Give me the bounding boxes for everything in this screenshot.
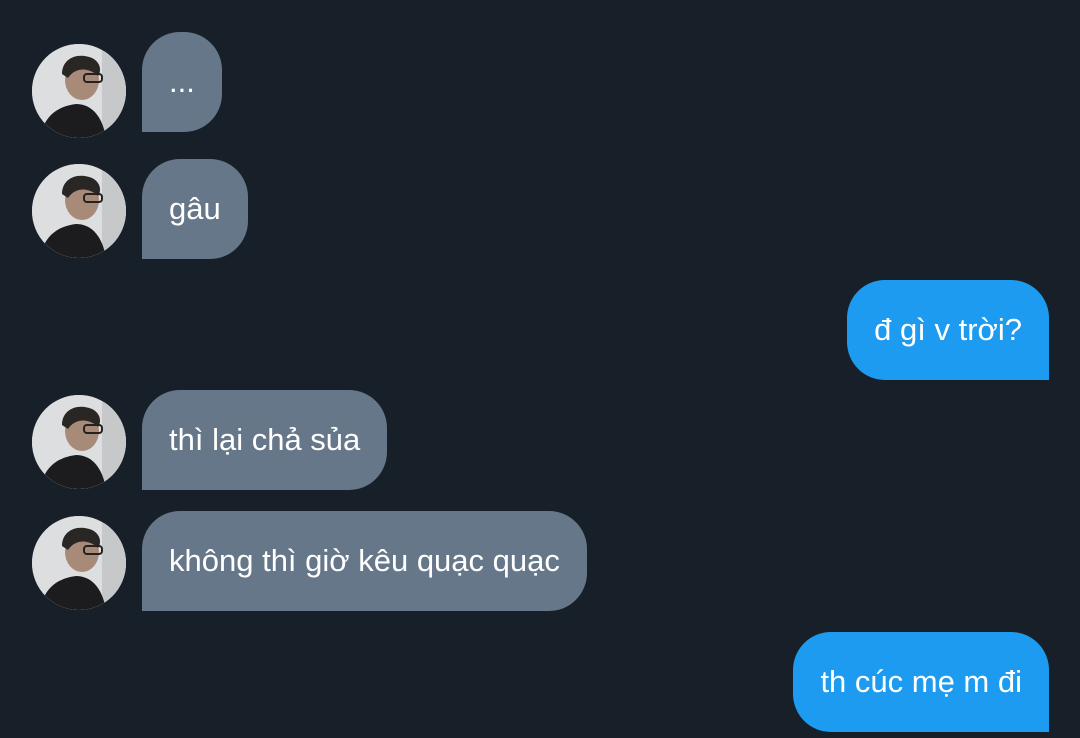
avatar[interactable] [32,395,126,489]
avatar-image [32,44,126,138]
message-text: không thì giờ kêu quạc quạc [169,543,560,578]
avatar-image [32,395,126,489]
message-row: đ gì v trời? [0,280,1080,380]
incoming-message-bubble[interactable]: gâu [142,159,248,259]
outgoing-message-bubble[interactable]: th cúc mẹ m đi [793,632,1049,732]
chat-thread: ... gâu đ gì v trời? thì lại chả sủa khô… [0,0,1080,738]
message-row: thì lại chả sủa [0,390,1080,490]
avatar[interactable] [32,516,126,610]
message-text: đ gì v trời? [874,312,1022,347]
avatar-image [32,516,126,610]
message-row: ... [0,32,1080,138]
avatar[interactable] [32,44,126,138]
message-text: ... [169,64,195,99]
message-text: thì lại chả sủa [169,422,361,457]
message-row: gâu [0,159,1080,259]
incoming-message-bubble[interactable]: không thì giờ kêu quạc quạc [142,511,587,611]
message-text: gâu [169,191,221,226]
avatar-image [32,164,126,258]
message-text: th cúc mẹ m đi [820,664,1022,699]
avatar[interactable] [32,164,126,258]
incoming-message-bubble[interactable]: ... [142,32,222,132]
message-row: th cúc mẹ m đi [0,632,1080,732]
incoming-message-bubble[interactable]: thì lại chả sủa [142,390,388,490]
outgoing-message-bubble[interactable]: đ gì v trời? [847,280,1049,380]
message-row: không thì giờ kêu quạc quạc [0,511,1080,611]
